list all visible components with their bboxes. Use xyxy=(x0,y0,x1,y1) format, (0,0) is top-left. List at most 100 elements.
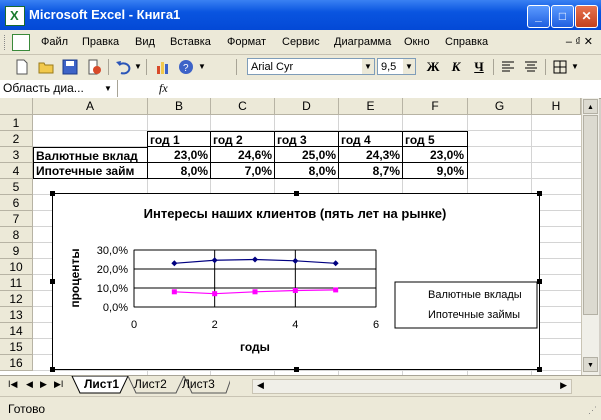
size-dropdown-icon[interactable]: ▼ xyxy=(403,59,415,74)
table-cell[interactable]: 9,0% xyxy=(402,163,468,179)
font-size-select[interactable]: 9,5 ▼ xyxy=(377,58,416,75)
align-left-icon[interactable] xyxy=(499,58,517,76)
chart-resize-handle[interactable] xyxy=(50,191,55,196)
table-header-cell[interactable]: год 4 xyxy=(338,131,403,147)
table-header-cell[interactable]: год 1 xyxy=(147,131,211,147)
data-point[interactable] xyxy=(252,289,258,295)
borders-icon[interactable] xyxy=(551,58,569,76)
row-header[interactable]: 2 xyxy=(0,131,33,147)
row-header[interactable]: 15 xyxy=(0,339,33,355)
menu-chart[interactable]: Диаграмма xyxy=(334,36,391,48)
scroll-left-icon[interactable]: ◀ xyxy=(257,380,264,391)
embedded-chart[interactable]: Интересы наших клиентов (пять лет на рын… xyxy=(52,193,540,370)
help-icon[interactable]: ? xyxy=(177,58,195,76)
underline-button[interactable]: Ч xyxy=(469,58,489,76)
vertical-scrollbar[interactable]: ▲ ▼ xyxy=(581,98,599,375)
row-header[interactable]: 14 xyxy=(0,323,33,339)
maximize-button[interactable]: □ xyxy=(551,5,574,28)
formula-input[interactable] xyxy=(178,80,600,97)
column-header[interactable]: H xyxy=(532,98,581,115)
menu-grip[interactable] xyxy=(4,35,8,50)
menu-edit[interactable]: Правка xyxy=(82,36,119,48)
row-header[interactable]: 7 xyxy=(0,211,33,227)
resize-grip-icon[interactable]: ⋰ xyxy=(588,405,597,416)
last-sheet-icon[interactable]: ▶I xyxy=(54,379,63,390)
legend[interactable]: Валютные вклады Ипотечные займы xyxy=(394,281,538,329)
column-header[interactable]: G xyxy=(468,98,532,115)
data-point[interactable] xyxy=(171,289,177,295)
next-sheet-icon[interactable]: ▶ xyxy=(40,379,47,390)
font-dropdown-icon[interactable]: ▼ xyxy=(362,59,374,74)
table-cell[interactable]: 23,0% xyxy=(147,147,211,163)
save-icon[interactable] xyxy=(61,58,79,76)
data-point[interactable] xyxy=(212,291,218,297)
table-header-cell[interactable]: год 5 xyxy=(402,131,468,147)
italic-button[interactable]: К xyxy=(446,58,466,76)
open-folder-icon[interactable] xyxy=(37,58,55,76)
sheet-tab-1[interactable]: Лист1 xyxy=(70,376,125,393)
x-axis-title[interactable]: годы xyxy=(240,340,270,354)
sheet-tab-3[interactable]: Лист3 xyxy=(168,376,221,393)
scroll-right-icon[interactable]: ▶ xyxy=(560,380,567,391)
name-box-dropdown-icon[interactable]: ▼ xyxy=(104,84,112,93)
table-cell[interactable]: 8,7% xyxy=(338,163,403,179)
row-header[interactable]: 10 xyxy=(0,259,33,275)
document-window-controls[interactable]: – ₫ ✕ xyxy=(566,35,593,48)
column-header[interactable]: A xyxy=(33,98,148,115)
chart-resize-handle[interactable] xyxy=(50,279,55,284)
table-cell[interactable]: 8,0% xyxy=(147,163,211,179)
menu-view[interactable]: Вид xyxy=(135,36,155,48)
row-header[interactable]: 11 xyxy=(0,275,33,291)
row-header[interactable]: 6 xyxy=(0,195,33,211)
name-box[interactable]: Область диа... xyxy=(0,80,118,97)
horizontal-scrollbar[interactable]: ◀ ▶ xyxy=(252,379,572,394)
table-cell[interactable]: 24,6% xyxy=(210,147,275,163)
scroll-up-icon[interactable]: ▲ xyxy=(583,99,598,114)
column-header[interactable]: B xyxy=(148,98,211,115)
chart-resize-handle[interactable] xyxy=(294,367,299,372)
menu-file[interactable]: Файл xyxy=(41,36,68,48)
borders-dropdown-icon[interactable]: ▼ xyxy=(571,62,579,71)
row-header[interactable]: 3 xyxy=(0,147,33,163)
toolbar-options-icon[interactable]: ▼ xyxy=(198,62,206,71)
menu-window[interactable]: Окно xyxy=(404,36,430,48)
column-header[interactable]: D xyxy=(275,98,339,115)
permission-icon[interactable] xyxy=(85,58,103,76)
row-header[interactable]: 1 xyxy=(0,115,33,131)
table-cell[interactable]: 8,0% xyxy=(274,163,339,179)
table-cell[interactable]: 23,0% xyxy=(402,147,468,163)
chart-resize-handle[interactable] xyxy=(294,191,299,196)
workbook-icon[interactable] xyxy=(12,34,30,51)
y-axis-title[interactable]: проценты xyxy=(68,248,82,307)
menu-tools[interactable]: Сервис xyxy=(282,36,320,48)
menu-help[interactable]: Справка xyxy=(445,36,488,48)
excel-app-icon[interactable] xyxy=(5,6,25,26)
new-document-icon[interactable] xyxy=(13,58,31,76)
row-header[interactable]: 13 xyxy=(0,307,33,323)
menu-insert[interactable]: Вставка xyxy=(170,36,211,48)
row-header[interactable]: 4 xyxy=(0,163,33,179)
minimize-button[interactable]: _ xyxy=(527,5,550,28)
data-point[interactable] xyxy=(292,287,298,293)
table-row-label[interactable]: Ипотечные займ xyxy=(33,163,148,179)
chart-wizard-icon[interactable] xyxy=(154,58,172,76)
row-header[interactable]: 9 xyxy=(0,243,33,259)
align-center-icon[interactable] xyxy=(522,58,540,76)
column-header[interactable]: C xyxy=(211,98,275,115)
prev-sheet-icon[interactable]: ◀ xyxy=(26,379,33,390)
bold-button[interactable]: Ж xyxy=(423,58,443,76)
chart-resize-handle[interactable] xyxy=(50,367,55,372)
scroll-thumb[interactable] xyxy=(583,115,598,315)
chart-resize-handle[interactable] xyxy=(537,191,542,196)
close-button[interactable]: ✕ xyxy=(575,5,598,28)
insert-function-icon[interactable]: fx xyxy=(159,81,168,96)
row-header[interactable]: 12 xyxy=(0,291,33,307)
table-cell[interactable]: 24,3% xyxy=(338,147,403,163)
table-header-cell[interactable]: год 3 xyxy=(274,131,339,147)
table-cell[interactable]: 7,0% xyxy=(210,163,275,179)
font-name-select[interactable]: Arial Cyr ▼ xyxy=(247,58,375,75)
chart-title[interactable]: Интересы наших клиентов (пять лет на рын… xyxy=(144,206,447,221)
column-header[interactable]: E xyxy=(339,98,403,115)
sheet-tab-2[interactable]: Лист2 xyxy=(120,376,173,393)
first-sheet-icon[interactable]: I◀ xyxy=(8,379,17,390)
